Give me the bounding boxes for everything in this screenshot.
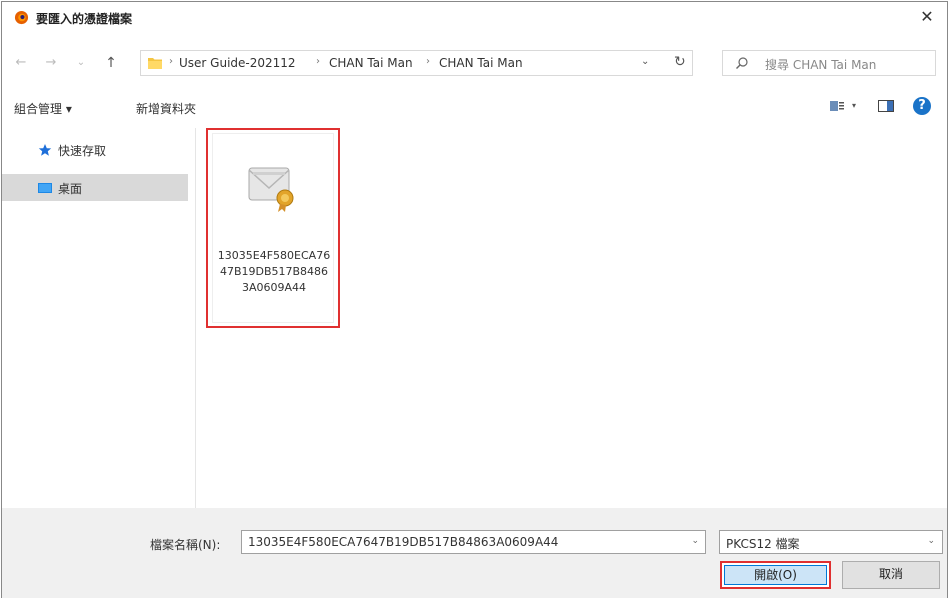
refresh-icon[interactable]: ↻ [674,54,686,70]
help-icon[interactable]: ? [913,97,931,115]
sidebar-item-desktop[interactable]: 桌面 [2,174,188,201]
breadcrumb-separator: › [169,56,173,67]
file-item[interactable]: 13035E4F580ECA7647B19DB517B84863A0609A44 [206,128,340,328]
desktop-icon [38,183,52,193]
window-title: 要匯入的憑證檔案 [36,12,133,26]
filename-field[interactable]: 13035E4F580ECA7647B19DB517B84863A0609A44… [241,530,706,554]
close-button[interactable]: ✕ [907,2,947,32]
preview-pane-icon[interactable] [878,100,894,112]
back-button[interactable]: ← [12,54,30,72]
new-folder-button[interactable]: 新增資料夾 [136,100,196,117]
filename-label: 檔案名稱(N): [150,538,221,552]
address-bar[interactable]: › User Guide-202112 › CHAN Tai Man › CHA… [140,50,693,76]
sidebar-item-label: 快速存取 [58,144,107,158]
search-placeholder: 搜尋 CHAN Tai Man [765,58,877,72]
dialog-footer: 檔案名稱(N): 13035E4F580ECA7647B19DB517B8486… [2,508,947,598]
filename-value: 13035E4F580ECA7647B19DB517B84863A0609A44 [248,535,559,549]
folder-icon [148,58,162,69]
breadcrumb-chan-tai-man[interactable]: CHAN Tai Man [329,56,413,70]
toolbar: 組合管理 ▾ 新增資料夾 ▾ ? [2,92,947,122]
sidebar-item-label: 桌面 [58,182,83,196]
chevron-down-icon[interactable]: ⌄ [641,56,649,67]
certificate-icon [248,167,294,212]
organize-button[interactable]: 組合管理 ▾ [14,100,72,117]
recent-locations-button[interactable]: ⌄ [72,54,90,72]
breadcrumb-separator: › [316,56,320,67]
file-type-select[interactable]: PKCS12 檔案 ⌄ [719,530,943,554]
file-name-label: 13035E4F580ECA7647B19DB517B84863A0609A44 [217,249,331,294]
close-icon: ✕ [920,7,934,26]
view-dropdown-icon[interactable]: ▾ [852,101,856,110]
open-button-label: 開啟(O) [724,565,827,585]
breadcrumb-chan-tai-man-current[interactable]: CHAN Tai Man [439,56,523,70]
chevron-down-icon[interactable]: ⌄ [691,536,699,546]
open-file-dialog: 要匯入的憑證檔案 ✕ ← → ⌄ ↑ › User Guide-202112 ›… [1,1,948,598]
view-options-icon[interactable] [830,100,844,112]
chevron-down-icon: ⌄ [927,536,935,546]
star-icon [38,144,52,156]
navigation-bar: ← → ⌄ ↑ › User Guide-202112 › CHAN Tai M… [2,44,947,80]
forward-button[interactable]: → [42,54,60,72]
sidebar-item-quick-access[interactable]: 快速存取 [2,136,188,163]
file-type-value: PKCS12 檔案 [726,537,800,551]
search-icon [736,57,748,69]
navigation-pane: 快速存取 桌面 [2,128,190,508]
breadcrumb-separator: › [426,56,430,67]
search-input[interactable]: 搜尋 CHAN Tai Man [722,50,936,76]
firefox-icon [14,10,29,25]
title-bar: 要匯入的憑證檔案 ✕ [2,2,947,32]
pane-divider [195,128,196,508]
file-tile: 13035E4F580ECA7647B19DB517B84863A0609A44 [212,133,334,323]
breadcrumb-user-guide[interactable]: User Guide-202112 [179,56,296,70]
cancel-button[interactable]: 取消 [842,561,940,589]
open-button[interactable]: 開啟(O) [720,561,831,589]
up-button[interactable]: ↑ [102,54,120,72]
